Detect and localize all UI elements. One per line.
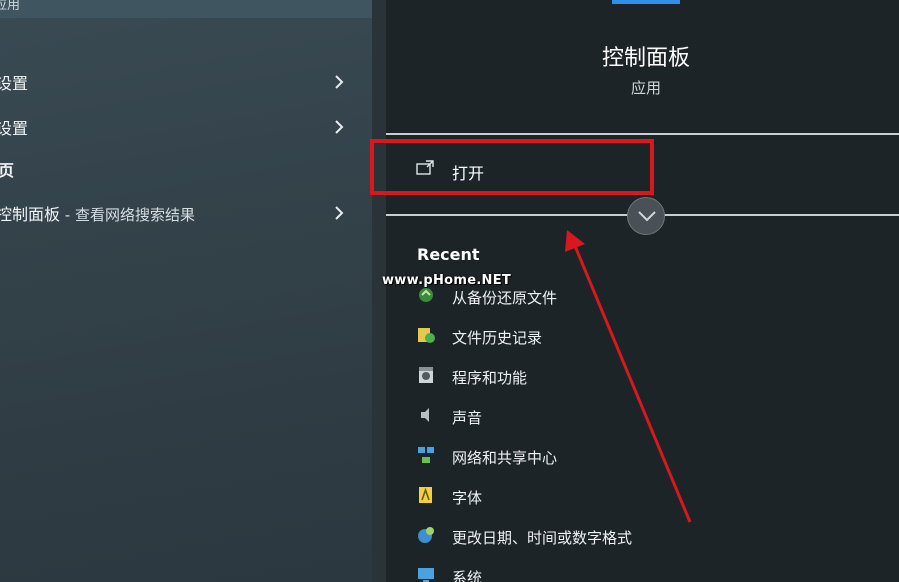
speaker-icon	[421, 408, 429, 422]
recent-item-label: 更改日期、时间或数字格式	[452, 529, 633, 547]
programs-features-icon	[419, 367, 433, 383]
recent-item[interactable]: 网络和共享中心	[414, 441, 774, 471]
chevron-right-icon	[335, 75, 344, 89]
fonts-icon	[419, 487, 432, 503]
result-subtitle: - 查看网络搜索结果	[60, 206, 195, 224]
recent-item-label: 系统	[452, 569, 483, 582]
recent-item-label: 从备份还原文件	[452, 289, 558, 307]
search-window: 应用 设置 设置 网页 控制面板 - 查看网络搜索结果 控制面板 应用	[0, 0, 899, 582]
network-center-icon	[418, 447, 434, 463]
recent-item-label: 字体	[452, 489, 483, 507]
panel-divider	[372, 0, 386, 582]
region-format-icon	[418, 527, 434, 543]
recent-heading: Recent	[417, 245, 480, 264]
expand-button[interactable]	[627, 197, 665, 235]
chevron-right-icon	[335, 206, 344, 220]
section-heading: 网页	[0, 161, 15, 180]
system-icon	[418, 568, 434, 582]
result-settings-1[interactable]: 设置	[0, 64, 372, 100]
recent-item[interactable]: 系统	[414, 561, 774, 582]
recent-item[interactable]: 从备份还原文件	[414, 281, 774, 311]
file-history-icon	[418, 328, 435, 343]
recent-item-label: 文件历史记录	[452, 329, 543, 347]
result-title: 控制面板	[0, 205, 61, 224]
result-label: 控制面板 - 查看网络搜索结果	[0, 201, 195, 225]
search-results-panel: 应用 设置 设置 网页 控制面板 - 查看网络搜索结果	[0, 0, 372, 582]
recent-item[interactable]: 更改日期、时间或数字格式	[414, 521, 774, 551]
result-label: 设置	[0, 74, 29, 93]
app-title: 控制面板	[601, 46, 690, 71]
result-control-panel-web[interactable]: 控制面板 - 查看网络搜索结果	[0, 195, 372, 231]
selected-result-strip[interactable]: 应用	[0, 0, 372, 18]
recent-item[interactable]: 程序和功能	[414, 361, 774, 391]
recent-item-label: 声音	[452, 409, 483, 427]
backup-restore-icon	[419, 288, 433, 302]
divider-top	[386, 133, 899, 135]
highlight-annotation	[370, 139, 654, 195]
chevron-right-icon	[335, 120, 344, 134]
recent-item-label: 程序和功能	[452, 369, 528, 387]
result-label: 设置	[0, 119, 29, 138]
app-icon	[612, 0, 680, 4]
recent-item[interactable]: 文件历史记录	[414, 321, 774, 351]
recent-item-label: 网络和共享中心	[452, 449, 558, 467]
top-result-label: 应用	[0, 0, 21, 13]
app-type: 应用	[630, 79, 661, 97]
result-section-web: 网页	[0, 151, 372, 187]
chevron-down-icon	[638, 211, 656, 222]
result-settings-2[interactable]: 设置	[0, 109, 372, 145]
recent-item[interactable]: 声音	[414, 401, 774, 431]
recent-item[interactable]: 字体	[414, 481, 774, 511]
